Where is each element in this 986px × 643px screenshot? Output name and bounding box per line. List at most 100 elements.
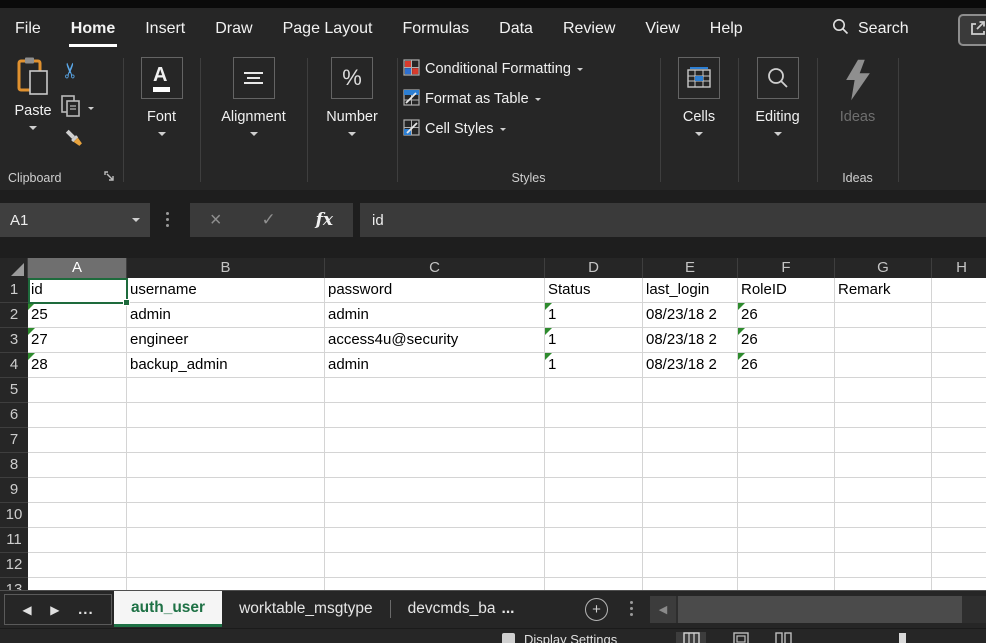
row-header-7[interactable]: 7 (0, 428, 28, 453)
cell-B12[interactable] (127, 553, 325, 578)
cell-E3[interactable]: 08/23/18 2 (643, 328, 738, 353)
cell-H11[interactable] (932, 528, 986, 553)
cell-B8[interactable] (127, 453, 325, 478)
cell-H12[interactable] (932, 553, 986, 578)
cell-A9[interactable] (28, 478, 127, 503)
cell-H5[interactable] (932, 378, 986, 403)
cell-C10[interactable] (325, 503, 545, 528)
display-settings-label[interactable]: Display Settings (524, 632, 617, 643)
paste-button[interactable]: Paste (6, 56, 60, 130)
cell-A12[interactable] (28, 553, 127, 578)
row-header-2[interactable]: 2 (0, 303, 28, 328)
row-header-8[interactable]: 8 (0, 453, 28, 478)
cell-F3[interactable]: 26 (738, 328, 835, 353)
cell-G5[interactable] (835, 378, 932, 403)
cell-B6[interactable] (127, 403, 325, 428)
scrollbar-thumb[interactable] (678, 596, 962, 623)
normal-view-button[interactable] (676, 632, 706, 643)
new-sheet-button[interactable]: + (585, 598, 608, 621)
ribbon-group-cells[interactable]: Cells (660, 50, 738, 190)
cell-D12[interactable] (545, 553, 643, 578)
cell-F8[interactable] (738, 453, 835, 478)
row-header-3[interactable]: 3 (0, 328, 28, 353)
cell-F10[interactable] (738, 503, 835, 528)
cells-dropdown-arrow[interactable] (695, 132, 703, 136)
cell-D9[interactable] (545, 478, 643, 503)
row-header-1[interactable]: 1 (0, 278, 28, 303)
cell-F6[interactable] (738, 403, 835, 428)
cell-H3[interactable] (932, 328, 986, 353)
cell-D4[interactable]: 1 (545, 353, 643, 378)
editing-dropdown-arrow[interactable] (774, 132, 782, 136)
cell-B4[interactable]: backup_admin (127, 353, 325, 378)
cell-F5[interactable] (738, 378, 835, 403)
column-header-C[interactable]: C (325, 258, 545, 278)
cell-G11[interactable] (835, 528, 932, 553)
cell-G4[interactable] (835, 353, 932, 378)
tab-bar-menu[interactable] (630, 601, 633, 616)
cell-F13[interactable] (738, 578, 835, 590)
format-as-table-button[interactable]: Format as Table (403, 84, 660, 114)
cell-H10[interactable] (932, 503, 986, 528)
sheet-tab-worktable_msgtype[interactable]: worktable_msgtype (222, 591, 390, 627)
number-dropdown-arrow[interactable] (348, 132, 356, 136)
cell-D7[interactable] (545, 428, 643, 453)
copy-dropdown-arrow[interactable] (88, 107, 94, 110)
cell-A11[interactable] (28, 528, 127, 553)
cell-E13[interactable] (643, 578, 738, 590)
cell-C5[interactable] (325, 378, 545, 403)
cell-C9[interactable] (325, 478, 545, 503)
cell-B2[interactable]: admin (127, 303, 325, 328)
cell-D8[interactable] (545, 453, 643, 478)
cell-D2[interactable]: 1 (545, 303, 643, 328)
cell-B7[interactable] (127, 428, 325, 453)
cell-C11[interactable] (325, 528, 545, 553)
cell-A3[interactable]: 27 (28, 328, 127, 353)
cell-B5[interactable] (127, 378, 325, 403)
row-header-13[interactable]: 13 (0, 578, 28, 590)
next-sheet-button[interactable]: ▶ (50, 603, 59, 617)
cell-B9[interactable] (127, 478, 325, 503)
cell-D1[interactable]: Status (545, 278, 643, 303)
cell-A7[interactable] (28, 428, 127, 453)
cell-A4[interactable]: 28 (28, 353, 127, 378)
cell-B1[interactable]: username (127, 278, 325, 303)
cell-G7[interactable] (835, 428, 932, 453)
cell-D11[interactable] (545, 528, 643, 553)
cell-C6[interactable] (325, 403, 545, 428)
column-header-F[interactable]: F (738, 258, 835, 278)
cell-D5[interactable] (545, 378, 643, 403)
previous-sheet-button[interactable]: ◀ (22, 603, 31, 617)
row-header-5[interactable]: 5 (0, 378, 28, 403)
page-layout-view-button[interactable] (726, 632, 756, 643)
row-header-6[interactable]: 6 (0, 403, 28, 428)
name-box[interactable]: A1 (0, 203, 150, 237)
formula-input[interactable]: id (360, 203, 986, 237)
cell-D6[interactable] (545, 403, 643, 428)
menu-tab-view[interactable]: View (645, 8, 679, 50)
cell-G1[interactable]: Remark (835, 278, 932, 303)
fill-handle[interactable] (123, 299, 130, 306)
page-break-view-button[interactable] (768, 632, 798, 643)
ribbon-group-editing[interactable]: Editing (738, 50, 817, 190)
cell-B10[interactable] (127, 503, 325, 528)
cell-A8[interactable] (28, 453, 127, 478)
cell-H2[interactable] (932, 303, 986, 328)
cell-F9[interactable] (738, 478, 835, 503)
cell-C3[interactable]: access4u@security (325, 328, 545, 353)
cell-E11[interactable] (643, 528, 738, 553)
cell-G10[interactable] (835, 503, 932, 528)
cell-A1[interactable]: id (28, 278, 127, 303)
sheet-tab-devcmds_ba[interactable]: devcmds_ba... (391, 591, 532, 627)
cell-A13[interactable] (28, 578, 127, 590)
cell-D3[interactable]: 1 (545, 328, 643, 353)
cell-H1[interactable] (932, 278, 986, 303)
cell-F2[interactable]: 26 (738, 303, 835, 328)
paste-dropdown-arrow[interactable] (29, 126, 37, 130)
cancel-icon[interactable]: × (210, 209, 222, 232)
cell-H9[interactable] (932, 478, 986, 503)
cell-G2[interactable] (835, 303, 932, 328)
cell-F1[interactable]: RoleID (738, 278, 835, 303)
cell-A5[interactable] (28, 378, 127, 403)
name-box-dropdown-arrow[interactable] (132, 218, 140, 222)
